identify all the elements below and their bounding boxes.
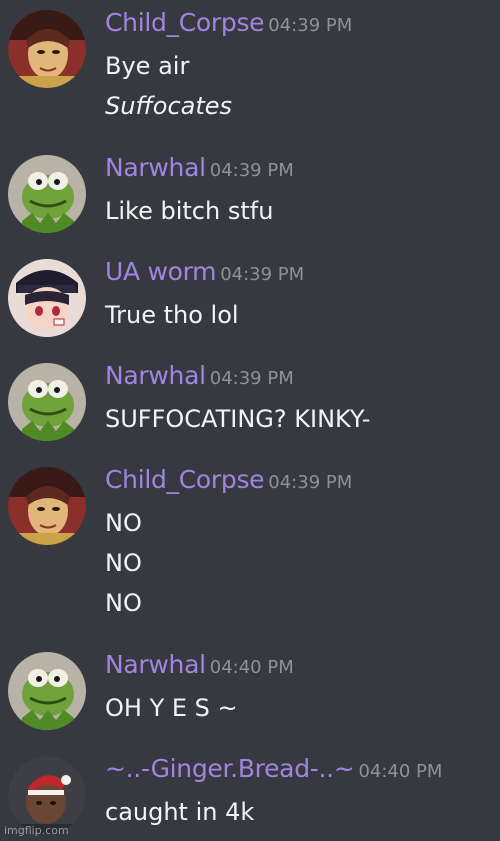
username[interactable]: Child_Corpse <box>105 8 265 37</box>
username[interactable]: UA worm <box>105 257 216 286</box>
username[interactable]: ~..-Ginger.Bread-..~ <box>105 754 355 783</box>
message-text: NO <box>105 589 142 617</box>
message-header: ~..-Ginger.Bread-..~ 04:40 PM <box>105 754 442 783</box>
child-corpse-avatar-image <box>8 467 86 545</box>
timestamp: 04:39 PM <box>268 15 353 36</box>
message-text: NO <box>105 549 142 577</box>
ginger-bread-avatar-image <box>8 756 86 834</box>
kermit-avatar[interactable] <box>8 363 86 441</box>
message-text: Like bitch stfu <box>105 197 274 225</box>
message-text: OH Y E S ~ <box>105 694 238 722</box>
message-text: NO <box>105 509 142 537</box>
message-header: UA worm 04:39 PM <box>105 257 304 286</box>
kermit-avatar[interactable] <box>8 652 86 730</box>
username[interactable]: Narwhal <box>105 153 206 182</box>
timestamp: 04:39 PM <box>220 264 305 285</box>
username[interactable]: Narwhal <box>105 650 206 679</box>
message-text: True tho lol <box>105 301 239 329</box>
child-corpse-avatar[interactable] <box>8 467 86 545</box>
message-text: Suffocates <box>105 92 233 120</box>
ua-worm-avatar[interactable] <box>8 259 86 337</box>
timestamp: 04:39 PM <box>268 472 353 493</box>
timestamp: 04:40 PM <box>358 761 443 782</box>
kermit-avatar-image <box>8 155 86 233</box>
message-header: Child_Corpse 04:39 PM <box>105 465 352 494</box>
kermit-avatar[interactable] <box>8 155 86 233</box>
chat-log: Child_Corpse 04:39 PM Bye air Suffocates … <box>0 0 500 841</box>
imgflip-watermark: imgflip.com <box>4 824 69 837</box>
message-text: Bye air <box>105 52 190 80</box>
timestamp: 04:40 PM <box>209 657 294 678</box>
ua-worm-avatar-image <box>8 259 86 337</box>
child-corpse-avatar[interactable] <box>8 10 86 88</box>
username[interactable]: Child_Corpse <box>105 465 265 494</box>
message-text: caught in 4k <box>105 798 255 826</box>
kermit-avatar-image <box>8 652 86 730</box>
kermit-avatar-image <box>8 363 86 441</box>
message-header: Narwhal 04:40 PM <box>105 650 294 679</box>
message-text: SUFFOCATING? KINKY- <box>105 405 371 433</box>
message-header: Narwhal 04:39 PM <box>105 361 294 390</box>
username[interactable]: Narwhal <box>105 361 206 390</box>
message-header: Narwhal 04:39 PM <box>105 153 294 182</box>
message-header: Child_Corpse 04:39 PM <box>105 8 352 37</box>
child-corpse-avatar-image <box>8 10 86 88</box>
timestamp: 04:39 PM <box>209 160 294 181</box>
ginger-bread-avatar[interactable] <box>8 756 86 834</box>
timestamp: 04:39 PM <box>209 368 294 389</box>
